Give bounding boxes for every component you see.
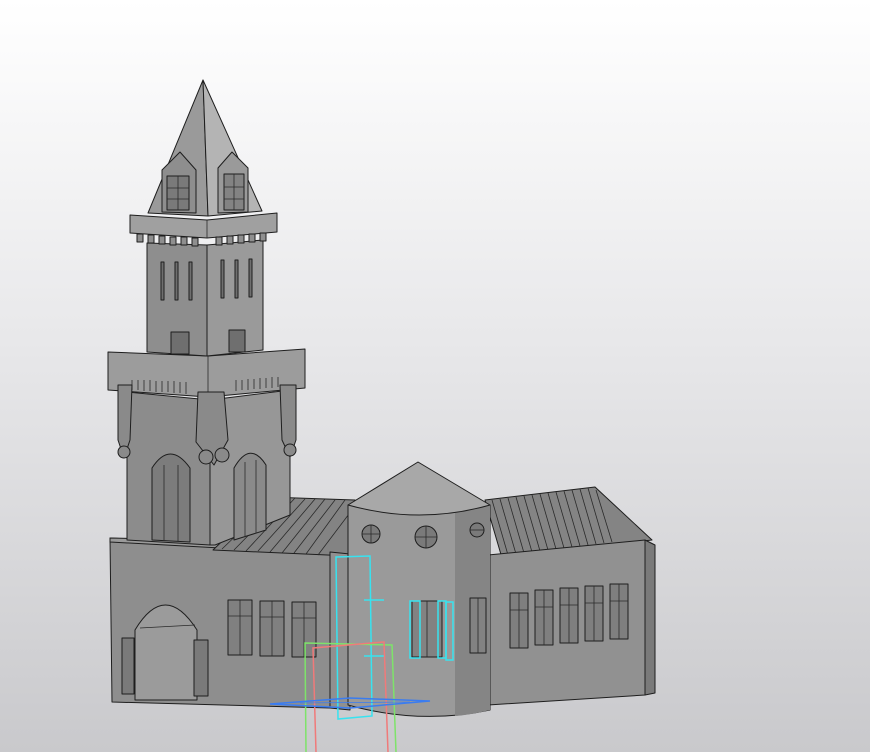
gate-pier-left <box>121 637 135 695</box>
gate-pier-right <box>193 639 209 697</box>
right-wing-end <box>644 539 656 696</box>
right-wing[interactable] <box>484 486 656 706</box>
arch-gate <box>134 604 198 701</box>
right-wing-windows <box>509 583 629 649</box>
lower-block[interactable] <box>109 537 331 709</box>
lower-block-windows <box>227 599 317 658</box>
round-tower[interactable] <box>347 461 491 717</box>
round-tower-roof <box>347 461 491 516</box>
3d-viewport[interactable] <box>0 0 870 752</box>
tower-arch-window-left <box>151 453 191 543</box>
main-tower[interactable] <box>107 79 306 546</box>
tower-arch-window-right <box>233 452 267 541</box>
building-model[interactable] <box>0 0 870 752</box>
middle-wall <box>329 551 351 711</box>
